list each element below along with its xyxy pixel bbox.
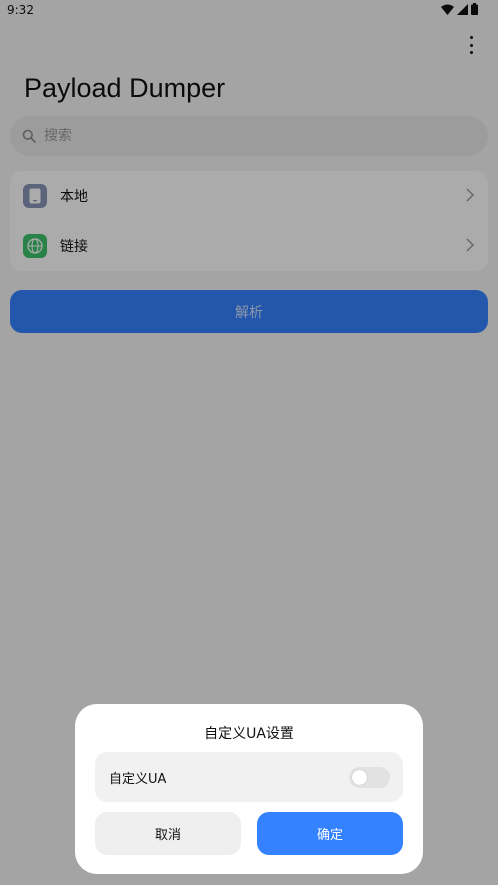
dialog-title: 自定义UA设置 xyxy=(204,726,294,742)
confirm-button[interactable]: 确定 xyxy=(257,812,403,855)
toggle-knob xyxy=(352,770,367,785)
custom-ua-dialog: 自定义UA设置 自定义UA 取消 确定 xyxy=(75,704,423,874)
custom-ua-toggle[interactable] xyxy=(349,767,390,788)
custom-ua-label: 自定义UA xyxy=(109,772,167,787)
cancel-button[interactable]: 取消 xyxy=(95,812,241,855)
custom-ua-row[interactable]: 自定义UA xyxy=(95,752,403,802)
